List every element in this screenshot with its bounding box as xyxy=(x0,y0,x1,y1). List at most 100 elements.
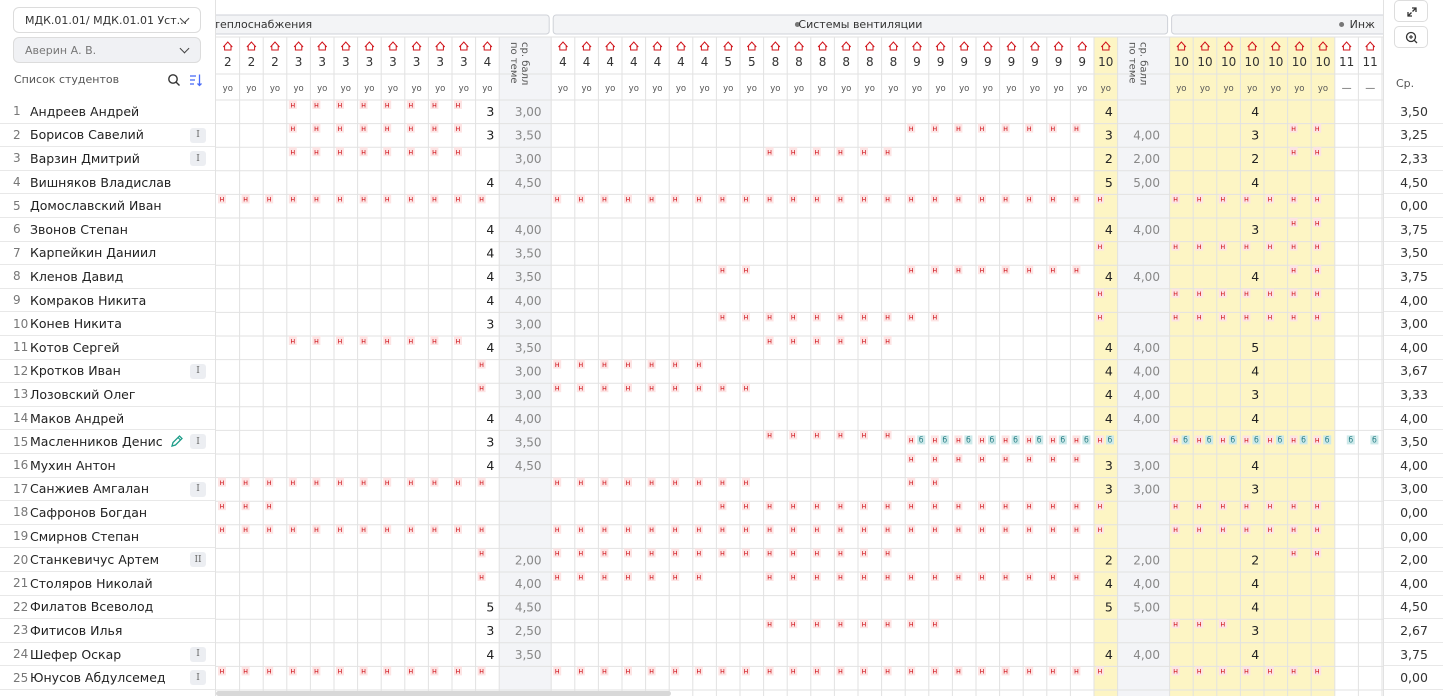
student-row[interactable]: 25 Юнусов Абдулсемед I xyxy=(0,666,215,690)
student-row[interactable]: 24 Шефер Оскар I xyxy=(0,643,215,667)
sick-mark: б xyxy=(1108,436,1113,445)
student-average: 3,00 xyxy=(1384,478,1443,502)
expand-button[interactable] xyxy=(1394,0,1428,22)
absence-mark: н xyxy=(1315,667,1320,676)
student-name: Вишняков Владислав xyxy=(30,174,172,190)
absence-mark: н xyxy=(720,549,725,558)
student-number: 23 xyxy=(13,623,29,638)
student-row[interactable]: 5 Домославский Иван xyxy=(0,194,215,218)
grade: 5 xyxy=(1251,340,1259,355)
lesson-number: 10 xyxy=(1197,55,1212,69)
absence-mark: н xyxy=(909,620,914,629)
student-row[interactable]: 3 Варзин Дмитрий I xyxy=(0,147,215,171)
horizontal-scrollbar[interactable] xyxy=(216,691,671,696)
absence-mark: н xyxy=(1098,525,1103,534)
student-row[interactable]: 9 Комраков Никита xyxy=(0,289,215,313)
student-row[interactable]: 17 Санжиев Амгалан I xyxy=(0,478,215,502)
subgroup-badge: I xyxy=(190,434,206,450)
student-row[interactable]: 14 Маков Андрей xyxy=(0,407,215,431)
absence-mark: н xyxy=(1027,572,1032,581)
student-row[interactable]: 12 Кротков Иван I xyxy=(0,360,215,384)
student-row[interactable]: 1 Андреев Андрей xyxy=(0,100,215,124)
topic-average: 4,00 xyxy=(515,294,542,308)
student-name: Станкевичус Артем xyxy=(30,552,160,568)
student-row[interactable]: 2 Борисов Савелий I xyxy=(0,124,215,148)
lesson-number: 8 xyxy=(772,55,780,69)
student-row[interactable]: 20 Станкевичус Артем II xyxy=(0,548,215,572)
zoom-button[interactable] xyxy=(1394,26,1428,48)
student-number: 17 xyxy=(13,481,29,496)
absence-mark: н xyxy=(814,195,819,204)
grade: 4 xyxy=(1105,576,1113,591)
absence-mark: н xyxy=(1244,242,1249,251)
lesson-number: 4 xyxy=(630,55,638,69)
student-row[interactable]: 13 Лозовский Олег xyxy=(0,383,215,407)
pencil-icon[interactable] xyxy=(170,434,184,448)
highlight-column-bg xyxy=(1193,37,1217,696)
expand-icon xyxy=(1407,7,1417,17)
absence-mark: н xyxy=(267,525,272,534)
absence-mark: н xyxy=(1173,313,1178,322)
absence-mark: н xyxy=(432,478,437,487)
absence-mark: н xyxy=(1291,436,1296,445)
student-row[interactable]: 8 Кленов Давид xyxy=(0,265,215,289)
subgroup-badge: I xyxy=(190,670,206,686)
absence-mark: н xyxy=(555,549,560,558)
topic-average: 4,50 xyxy=(515,176,542,190)
absence-mark: н xyxy=(909,454,914,463)
discipline-select[interactable]: МДК.01.01/ МДК.01.01 Уст... xyxy=(13,7,201,33)
highlight-column-bg xyxy=(1216,37,1241,696)
absence-mark: н xyxy=(361,525,366,534)
absence-mark: н xyxy=(555,478,560,487)
home-icon xyxy=(222,41,233,51)
absence-mark: н xyxy=(1050,525,1055,534)
lesson-number: 10 xyxy=(1098,55,1113,69)
absence-mark: н xyxy=(767,431,772,440)
absence-mark: н xyxy=(838,525,843,534)
student-row[interactable]: 16 Мухин Антон xyxy=(0,454,215,478)
lesson-type: уо xyxy=(581,84,591,94)
absence-mark: н xyxy=(626,525,631,534)
absence-mark: н xyxy=(1244,289,1249,298)
absence-mark: н xyxy=(220,478,225,487)
grade: 4 xyxy=(1105,222,1113,237)
student-row[interactable]: 22 Филатов Всеволод xyxy=(0,596,215,620)
absence-mark: н xyxy=(408,478,413,487)
student-row[interactable]: 18 Сафронов Богдан xyxy=(0,501,215,525)
absence-mark: н xyxy=(909,124,914,133)
absence-mark: н xyxy=(1244,525,1249,534)
student-row[interactable]: 7 Карпейкин Даниил xyxy=(0,242,215,266)
absence-mark: н xyxy=(1291,124,1296,133)
grade: 3 xyxy=(1105,128,1113,143)
absence-mark: н xyxy=(432,195,437,204)
student-row[interactable]: 11 Котов Сергей xyxy=(0,336,215,360)
student-row[interactable]: 6 Звонов Степан xyxy=(0,218,215,242)
student-row[interactable]: 15 Масленников Денис I xyxy=(0,430,215,454)
absence-mark: н xyxy=(744,667,749,676)
student-row[interactable]: 23 Фитисов Илья xyxy=(0,619,215,643)
lesson-number: 3 xyxy=(295,55,303,69)
search-icon[interactable] xyxy=(167,73,181,87)
absence-mark: н xyxy=(602,478,607,487)
student-row[interactable]: 19 Смирнов Степан xyxy=(0,525,215,549)
teacher-select[interactable]: Аверин А. В. xyxy=(13,37,201,63)
absence-mark: н xyxy=(626,667,631,676)
sort-icon[interactable] xyxy=(189,73,203,87)
student-row[interactable]: 10 Конев Никита xyxy=(0,312,215,336)
student-name: Андреев Андрей xyxy=(30,103,140,119)
absence-mark: н xyxy=(838,549,843,558)
absence-mark: н xyxy=(767,336,772,345)
grade: 3 xyxy=(1105,458,1113,473)
absence-mark: н xyxy=(909,266,914,275)
home-icon xyxy=(581,41,592,51)
student-row[interactable]: 4 Вишняков Владислав xyxy=(0,171,215,195)
home-icon xyxy=(746,41,757,51)
topic-average: 2,00 xyxy=(1133,553,1160,567)
student-average: 3,25 xyxy=(1384,124,1443,148)
lesson-number: 2 xyxy=(224,55,232,69)
student-row[interactable]: 21 Столяров Николай xyxy=(0,572,215,596)
absence-mark: н xyxy=(932,667,937,676)
highlight-column-bg xyxy=(1169,37,1194,696)
student-number: 25 xyxy=(13,670,29,685)
absence-mark: н xyxy=(361,100,366,109)
